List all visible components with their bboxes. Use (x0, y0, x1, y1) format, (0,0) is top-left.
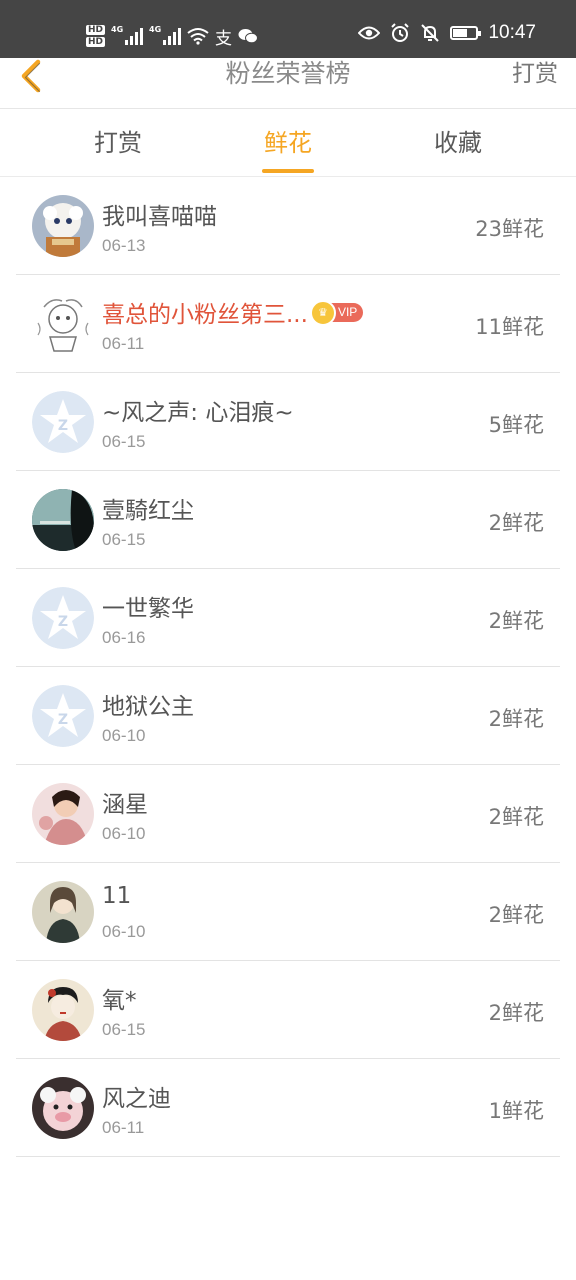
flower-count: 2鲜花 (488, 805, 544, 829)
list-item[interactable]: 氧* 06-15 2鲜花 (16, 961, 560, 1059)
alarm-icon (391, 23, 410, 42)
default-qq-avatar[interactable]: Z (32, 391, 94, 453)
fan-name: 涵星 (102, 792, 148, 818)
signal-icon-2: 4G (149, 25, 182, 45)
svg-text:Z: Z (58, 614, 68, 630)
tab-favorites[interactable]: 收藏 (398, 108, 518, 176)
flower-count: 2鲜花 (488, 1001, 544, 1025)
wechat-icon (238, 29, 259, 44)
list-item[interactable]: 风之迪 06-11 1鲜花 (16, 1059, 560, 1157)
fan-name: 我叫喜喵喵 (102, 204, 217, 230)
flower-count: 2鲜花 (488, 707, 544, 731)
tab-reward-label: 打赏 (94, 129, 142, 157)
list-item[interactable]: Z 一世繁华 06-16 2鲜花 (16, 569, 560, 667)
fan-name: ~风之声: 心泪痕~ (102, 400, 294, 426)
cartoon-sheep-avatar[interactable] (32, 195, 94, 257)
svg-text:Z: Z (58, 418, 68, 434)
fan-name-text: 喜总的小粉丝第三... (102, 302, 308, 328)
hd-badge-1: HD (86, 25, 106, 35)
default-qq-avatar[interactable]: Z (32, 587, 94, 649)
fan-list: 我叫喜喵喵 06-13 23鲜花 喜总的小粉丝第三... ♛ VIP 06-11 1… (16, 177, 560, 1157)
fan-date: 06-15 (102, 530, 146, 549)
list-item[interactable]: 壹騎红尘 06-15 2鲜花 (16, 471, 560, 569)
hd-badges: HD HD (86, 25, 106, 47)
flower-count: 11鲜花 (475, 315, 544, 339)
tab-reward[interactable]: 打赏 (58, 108, 178, 176)
flower-count: 2鲜花 (488, 511, 544, 535)
list-item[interactable]: 我叫喜喵喵 06-13 23鲜花 (16, 177, 560, 275)
vip-badge: ♛ VIP (309, 299, 364, 326)
alipay-icon: 支 (215, 28, 233, 49)
tab-favorites-label: 收藏 (434, 129, 482, 157)
tab-bar: 打赏 鲜花 收藏 (0, 108, 576, 177)
tab-flowers-label: 鲜花 (264, 129, 312, 157)
fan-date: 06-10 (102, 726, 146, 745)
fan-name: 氧* (102, 988, 137, 1014)
fan-name: 一世繁华 (102, 596, 194, 622)
fan-name: 11 (102, 883, 132, 909)
fan-date: 06-10 (102, 922, 146, 941)
fan-name: 壹騎红尘 (102, 498, 194, 524)
photo-avatar[interactable] (32, 783, 94, 845)
status-bar: HD HD 4G 4G 支 10:47 (0, 0, 576, 58)
list-item[interactable]: 11 06-10 2鲜花 (16, 863, 560, 961)
status-left: HD HD 4G 4G 支 (86, 18, 259, 54)
fan-date: 06-15 (102, 432, 146, 451)
fan-date: 06-13 (102, 236, 146, 255)
fan-name: 喜总的小粉丝第三... ♛ VIP (102, 295, 364, 329)
active-tab-indicator (262, 169, 314, 173)
fan-date: 06-11 (102, 334, 145, 353)
wifi-icon (187, 28, 209, 45)
app-bar: 粉丝荣誉榜 打赏 (0, 58, 576, 109)
flower-count: 2鲜花 (488, 903, 544, 927)
flower-count: 1鲜花 (488, 1099, 544, 1123)
list-item[interactable]: Z ~风之声: 心泪痕~ 06-15 5鲜花 (16, 373, 560, 471)
fan-date: 06-11 (102, 1118, 145, 1137)
fan-date: 06-10 (102, 824, 146, 843)
silhouette-sunset-avatar[interactable] (32, 489, 94, 551)
hd-badge-2: HD (86, 37, 106, 47)
flower-count: 5鲜花 (488, 413, 544, 437)
default-qq-avatar[interactable]: Z (32, 685, 94, 747)
svg-text:Z: Z (58, 712, 68, 728)
tab-flowers[interactable]: 鲜花 (228, 108, 348, 176)
network-type-1: 4G (111, 25, 124, 34)
eye-icon (358, 26, 381, 40)
list-item[interactable]: 涵星 06-10 2鲜花 (16, 765, 560, 863)
fan-name: 风之迪 (102, 1086, 171, 1112)
flower-count: 2鲜花 (488, 609, 544, 633)
page-title: 粉丝荣誉榜 (225, 59, 351, 88)
fan-date: 06-16 (102, 628, 146, 647)
anime-girl-avatar[interactable] (32, 881, 94, 943)
cartoon-pig-avatar[interactable] (32, 1077, 94, 1139)
list-item[interactable]: Z 地狱公主 06-10 2鲜花 (16, 667, 560, 765)
sketch-avatar[interactable] (32, 293, 94, 355)
fan-name: 地狱公主 (102, 694, 194, 720)
network-type-2: 4G (149, 25, 162, 34)
geisha-avatar[interactable] (32, 979, 94, 1041)
signal-icon: 4G (111, 25, 144, 45)
flower-count: 23鲜花 (475, 217, 544, 241)
clock: 10:47 (488, 22, 536, 43)
mute-bell-icon (421, 24, 440, 42)
reward-button[interactable]: 打赏 (512, 58, 558, 90)
battery-fill (453, 29, 467, 37)
status-right: 10:47 (358, 22, 536, 44)
list-item[interactable]: 喜总的小粉丝第三... ♛ VIP 06-11 11鲜花 (16, 275, 560, 373)
battery-icon (450, 26, 482, 40)
fan-date: 06-15 (102, 1020, 146, 1039)
crown-icon: ♛ (309, 299, 336, 326)
